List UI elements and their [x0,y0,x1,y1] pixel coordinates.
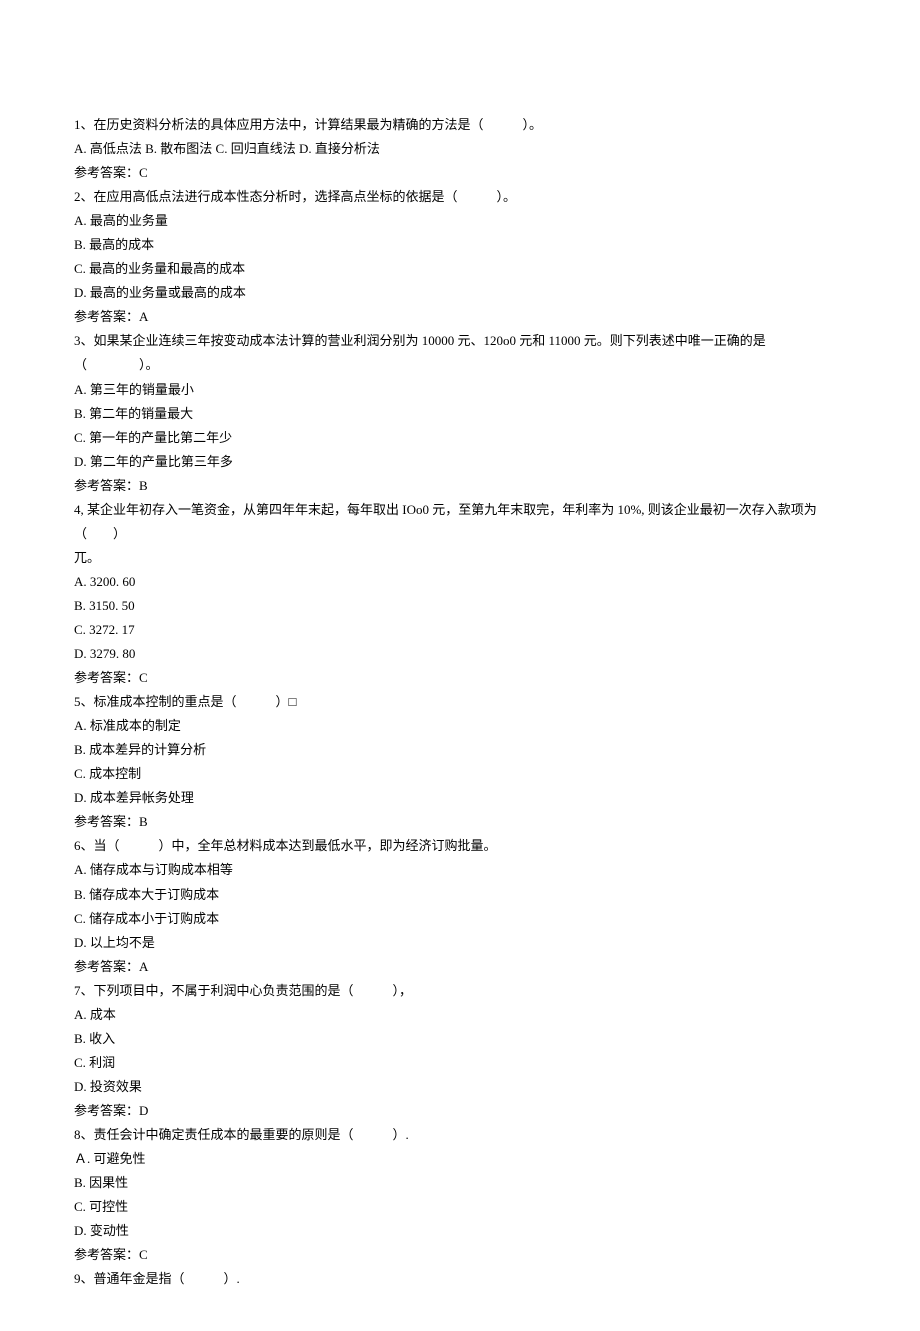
question-option: A. 最高的业务量 [74,209,846,233]
question-stem: 1、在历史资料分析法的具体应用方法中，计算结果最为精确的方法是（ ）。 [74,113,846,137]
question-option: B. 第二年的销量最大 [74,402,846,426]
question-option: D. 第二年的产量比第三年多 [74,450,846,474]
question-option: D. 投资效果 [74,1075,846,1099]
question-stem: 兀。 [74,546,846,570]
question-option: A. 第三年的销量最小 [74,378,846,402]
question-answer: 参考答案：C [74,1243,846,1267]
question-option: D. 3279. 80 [74,642,846,666]
question-option: C. 储存成本小于订购成本 [74,907,846,931]
question-answer: 参考答案：A [74,955,846,979]
question-option: D. 最高的业务量或最高的成本 [74,281,846,305]
question-option: C. 成本控制 [74,762,846,786]
question-option: D. 以上均不是 [74,931,846,955]
question-option: C. 最高的业务量和最高的成本 [74,257,846,281]
question-answer: 参考答案：C [74,161,846,185]
question-answer: 参考答案：A [74,305,846,329]
question-option: B. 3150. 50 [74,594,846,618]
question-option: B. 因果性 [74,1171,846,1195]
question-option: Ａ. 可避免性 [74,1147,846,1171]
question-option: B. 最高的成本 [74,233,846,257]
question-stem: 3、如果某企业连续三年按变动成本法计算的营业利润分别为 10000 元、120o… [74,329,846,377]
question-stem: 7、下列项目中，不属于利润中心负责范围的是（ ）， [74,979,846,1003]
question-option: C. 3272. 17 [74,618,846,642]
question-option: B. 成本差异的计算分析 [74,738,846,762]
question-answer: 参考答案：C [74,666,846,690]
question-stem: 5、标准成本控制的重点是（ ）□ [74,690,846,714]
question-stem: 9、普通年金是指（ ）. [74,1267,846,1291]
question-option: A. 成本 [74,1003,846,1027]
question-option: A. 3200. 60 [74,570,846,594]
question-option: C. 第一年的产量比第二年少 [74,426,846,450]
question-option: D. 成本差异帐务处理 [74,786,846,810]
question-answer: 参考答案：D [74,1099,846,1123]
question-option: A. 储存成本与订购成本相等 [74,858,846,882]
question-option: C. 可控性 [74,1195,846,1219]
question-answer: 参考答案：B [74,474,846,498]
question-answer: 参考答案：B [74,810,846,834]
question-option: A. 标准成本的制定 [74,714,846,738]
question-stem: 8、责任会计中确定责任成本的最重要的原则是（ ）. [74,1123,846,1147]
question-option: C. 利润 [74,1051,846,1075]
question-option: B. 储存成本大于订购成本 [74,883,846,907]
question-stem: 2、在应用高低点法进行成本性态分析时，选择高点坐标的依据是（ ）。 [74,185,846,209]
question-stem: 6、当（ ）中，全年总材料成本达到最低水平，即为经济订购批量。 [74,834,846,858]
question-stem: 4, 某企业年初存入一笔资金，从第四年年末起，每年取出 IOo0 元，至第九年末… [74,498,846,546]
question-option: D. 变动性 [74,1219,846,1243]
question-option: B. 收入 [74,1027,846,1051]
question-option: A. 高低点法 B. 散布图法 C. 回归直线法 D. 直接分析法 [74,137,846,161]
document-body: 1、在历史资料分析法的具体应用方法中，计算结果最为精确的方法是（ ）。A. 高低… [74,113,846,1291]
